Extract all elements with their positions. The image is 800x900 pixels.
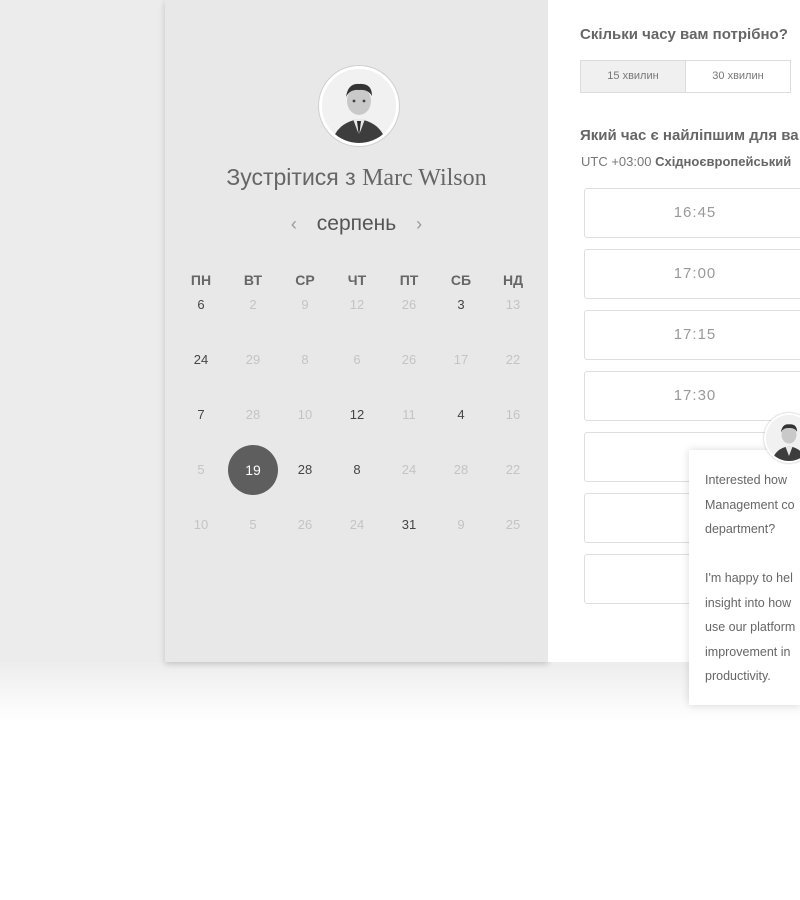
calendar-panel: Зустрітися з Marc Wilson ‹ серпень › ПН …: [165, 0, 548, 662]
calendar-day: 26: [401, 297, 417, 312]
calendar-week: 24 29 8 6 26 17 22: [175, 335, 539, 385]
calendar-week: 5 19 28 8 24 28 22: [175, 445, 539, 495]
calendar-day: 26: [297, 517, 313, 532]
month-navigator: ‹ серпень ›: [165, 212, 548, 236]
chat-line: productivity.: [705, 669, 771, 683]
calendar-day[interactable]: 7: [175, 390, 227, 440]
time-slot[interactable]: 17:00: [584, 249, 800, 299]
agent-photo-icon: [766, 415, 800, 461]
calendar-day: 22: [505, 462, 521, 477]
calendar-day: 9: [457, 517, 465, 532]
timezone-offset: UTC +03:00: [581, 154, 652, 169]
chat-line: I'm happy to hel: [705, 571, 793, 585]
host-name: Marc Wilson: [362, 165, 487, 191]
host-title-prefix: Зустрітися з: [226, 164, 356, 190]
calendar-day: 10: [297, 407, 313, 422]
calendar-week: 10 5 26 24 31 9 25: [175, 500, 539, 550]
calendar-day: 13: [505, 297, 521, 312]
host-photo-icon: [322, 69, 396, 143]
calendar-day: 2: [249, 297, 257, 312]
page-backdrop-shadow: [0, 662, 800, 722]
calendar-day: 11: [402, 407, 416, 422]
chat-message: Interested how Management co department?…: [705, 468, 800, 689]
chat-line: improvement in: [705, 644, 791, 659]
calendar-day[interactable]: 24: [175, 335, 227, 385]
calendar-day: 16: [505, 407, 521, 422]
calendar-day: 24: [401, 462, 417, 477]
chat-line: use our platform: [705, 620, 796, 634]
calendar-day[interactable]: 6: [175, 280, 227, 330]
calendar-day: 28: [453, 462, 469, 477]
calendar-day: 17: [453, 352, 469, 367]
duration-question: Скільки часу вам потрібно?: [580, 26, 788, 43]
duration-option-30[interactable]: 30 хвилин: [685, 60, 791, 93]
calendar-day: 5: [249, 517, 257, 532]
calendar-day: 6: [353, 352, 361, 367]
calendar-day: 24: [349, 517, 365, 532]
calendar-day[interactable]: 31: [383, 500, 435, 550]
host-title: Зустрітися з Marc Wilson: [165, 164, 548, 192]
calendar-day: 12: [349, 297, 365, 312]
calendar-week: 6 2 9 12 26 3 13: [175, 280, 539, 330]
calendar-day: 9: [301, 297, 309, 312]
chat-line: department?: [705, 522, 776, 536]
selected-day-label[interactable]: 19: [228, 445, 278, 495]
chat-line: insight into how: [705, 595, 792, 610]
host-avatar: [319, 66, 399, 146]
timezone-name: Східноєвропейський: [655, 154, 792, 169]
month-label: серпень: [316, 212, 397, 235]
chat-message-bubble[interactable]: Interested how Management co department?…: [689, 450, 800, 705]
chat-line: Interested how: [705, 473, 787, 487]
calendar-day[interactable]: 12: [331, 390, 383, 440]
calendar-day-selected[interactable]: 19: [227, 445, 279, 495]
chat-line: [705, 542, 800, 567]
calendar-day[interactable]: 8: [331, 445, 383, 495]
page-backdrop: [0, 0, 165, 662]
time-slot[interactable]: 16:45: [584, 188, 800, 238]
chat-line: Management co: [705, 497, 795, 512]
calendar-day[interactable]: 4: [435, 390, 487, 440]
prev-month-icon[interactable]: ‹: [291, 214, 297, 235]
calendar-day[interactable]: 28: [279, 445, 331, 495]
duration-options: 15 хвилин 30 хвилин: [580, 60, 791, 93]
calendar-day: 25: [505, 517, 521, 532]
time-slot[interactable]: 17:30: [584, 371, 800, 421]
calendar-day[interactable]: 3: [435, 280, 487, 330]
duration-option-15[interactable]: 15 хвилин: [580, 60, 686, 93]
calendar-day: 26: [401, 352, 417, 367]
time-slot[interactable]: 17:15: [584, 310, 800, 360]
calendar-week: 7 28 10 12 11 4 16: [175, 390, 539, 440]
timezone-label[interactable]: UTC +03:00 Східноєвропейський: [581, 154, 791, 169]
calendar-day: 8: [301, 352, 309, 367]
calendar-day: 22: [505, 352, 521, 367]
calendar-day: 10: [193, 517, 209, 532]
time-question: Який час є найліпшим для ва: [580, 127, 799, 144]
calendar-day: 5: [197, 462, 205, 477]
calendar-day: 28: [245, 407, 261, 422]
calendar-day: 29: [245, 352, 261, 367]
next-month-icon[interactable]: ›: [416, 214, 422, 235]
